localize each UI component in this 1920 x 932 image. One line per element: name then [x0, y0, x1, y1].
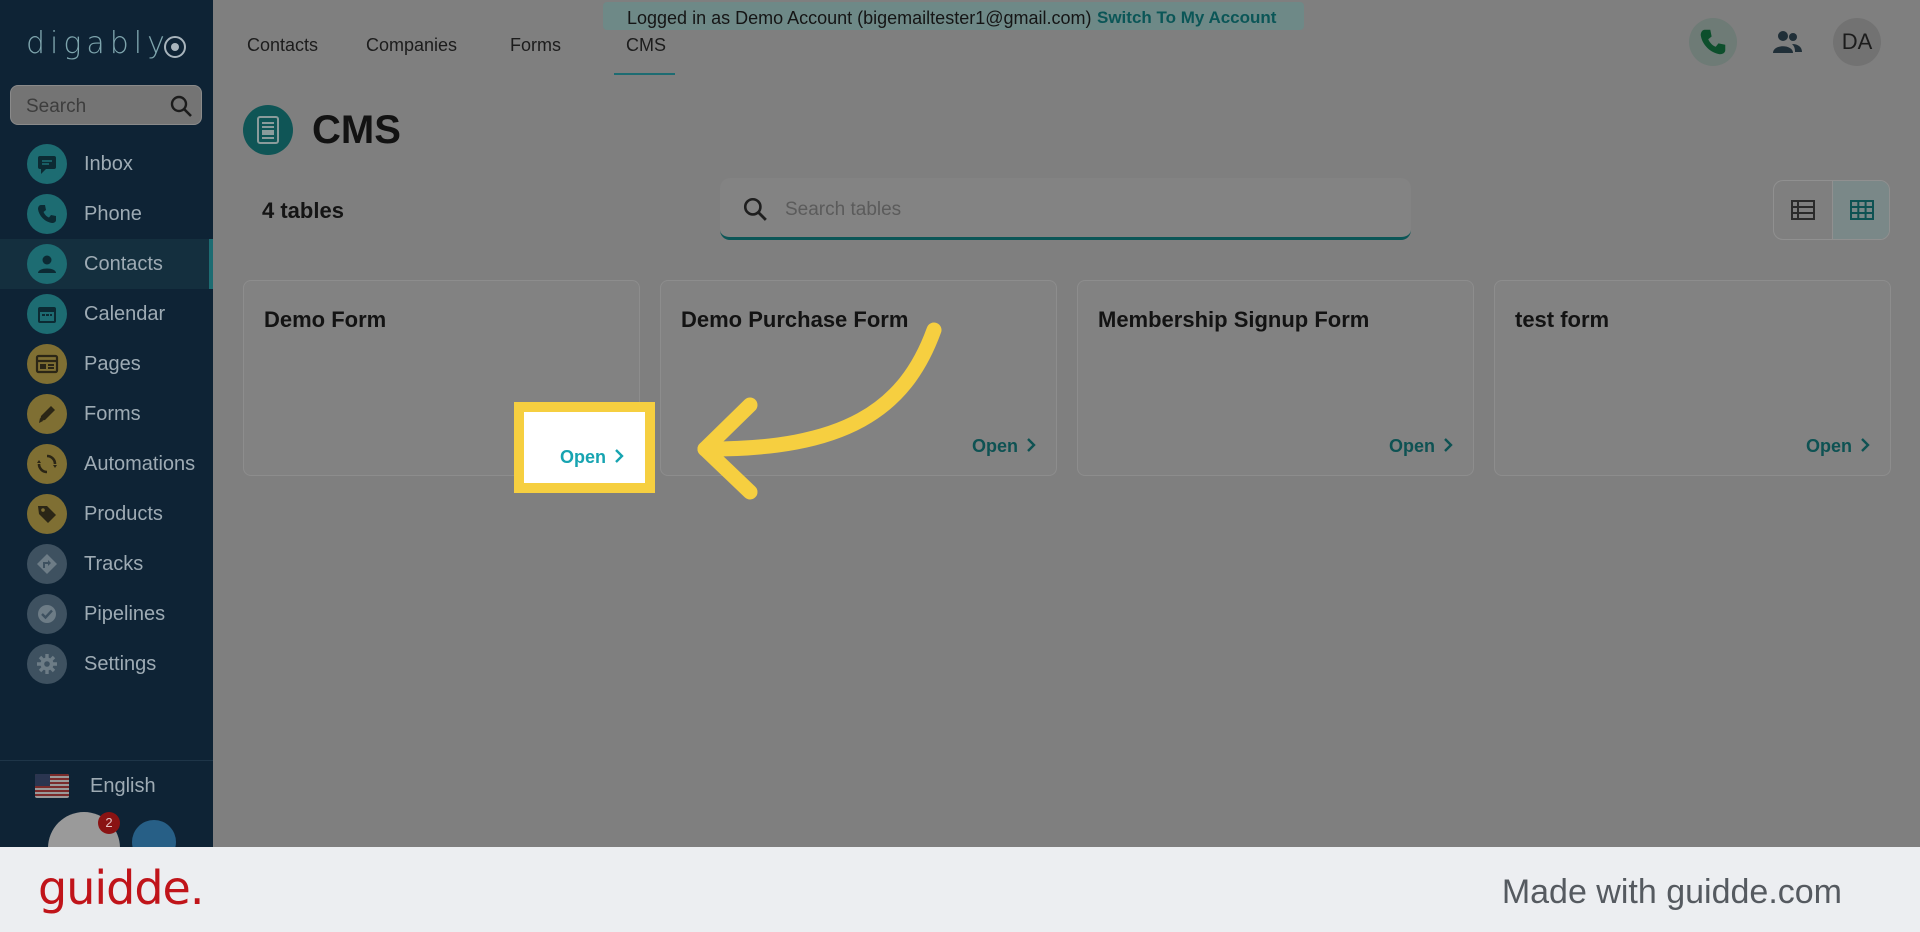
made-with-text: Made with guidde.com	[1501, 873, 1842, 911]
guidde-logo: guidde.	[38, 861, 204, 915]
app-window: digably Search Inbox Phone Contacts Cale…	[0, 0, 1920, 847]
pointer-arrow	[697, 322, 942, 500]
guidde-footer: guidde. Made with guidde.com	[0, 847, 1920, 932]
